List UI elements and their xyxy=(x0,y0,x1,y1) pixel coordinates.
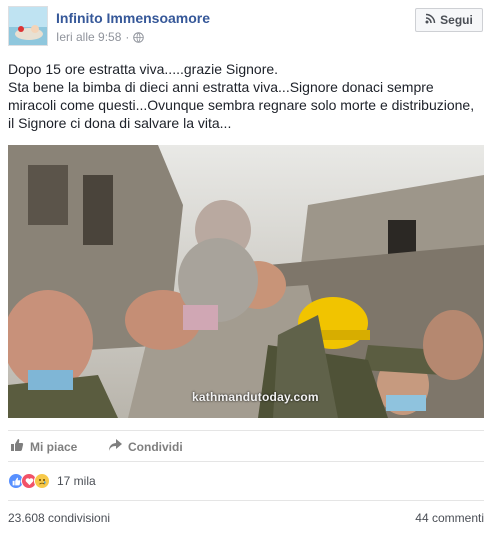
action-bar: Mi piace Condividi xyxy=(8,430,484,462)
globe-icon xyxy=(133,31,145,43)
comments-count-link[interactable]: 44 commenti xyxy=(415,511,484,525)
page-avatar[interactable] xyxy=(8,6,48,46)
follow-label: Segui xyxy=(440,13,473,27)
share-arrow-icon xyxy=(108,438,122,455)
post-stats: 23.608 condivisioni 44 commenti xyxy=(8,500,484,530)
post-photo[interactable]: kathmandutoday.com xyxy=(8,145,484,418)
reaction-count: 17 mila xyxy=(57,474,96,488)
like-button[interactable]: Mi piace xyxy=(10,438,77,455)
rss-icon xyxy=(425,13,436,27)
post-text: Dopo 15 ore estratta viva.....grazie Sig… xyxy=(8,60,478,132)
share-label: Condividi xyxy=(128,439,183,454)
share-button[interactable]: Condividi xyxy=(108,438,183,455)
post-text-line: Sta bene la bimba di dieci anni estratta… xyxy=(8,79,475,131)
post-header: Infinito Immensoamore Ieri alle 9:58 · S… xyxy=(8,6,483,50)
shares-count-link[interactable]: 23.608 condivisioni xyxy=(8,511,110,525)
photo-watermark: kathmandutoday.com xyxy=(192,390,319,404)
post-timestamp[interactable]: Ieri alle 9:58 xyxy=(56,30,121,44)
meta-separator: · xyxy=(125,30,130,44)
thumbs-up-icon xyxy=(10,438,24,455)
sad-reaction-icon xyxy=(34,473,50,489)
post-meta: Ieri alle 9:58 · xyxy=(56,30,145,44)
reactions-summary[interactable]: 17 mila xyxy=(8,471,96,491)
like-label: Mi piace xyxy=(30,439,78,454)
page-name-link[interactable]: Infinito Immensoamore xyxy=(56,10,210,26)
post-text-line: Dopo 15 ore estratta viva.....grazie Sig… xyxy=(8,61,279,77)
follow-button[interactable]: Segui xyxy=(415,8,483,32)
post-card: Infinito Immensoamore Ieri alle 9:58 · S… xyxy=(0,0,491,536)
